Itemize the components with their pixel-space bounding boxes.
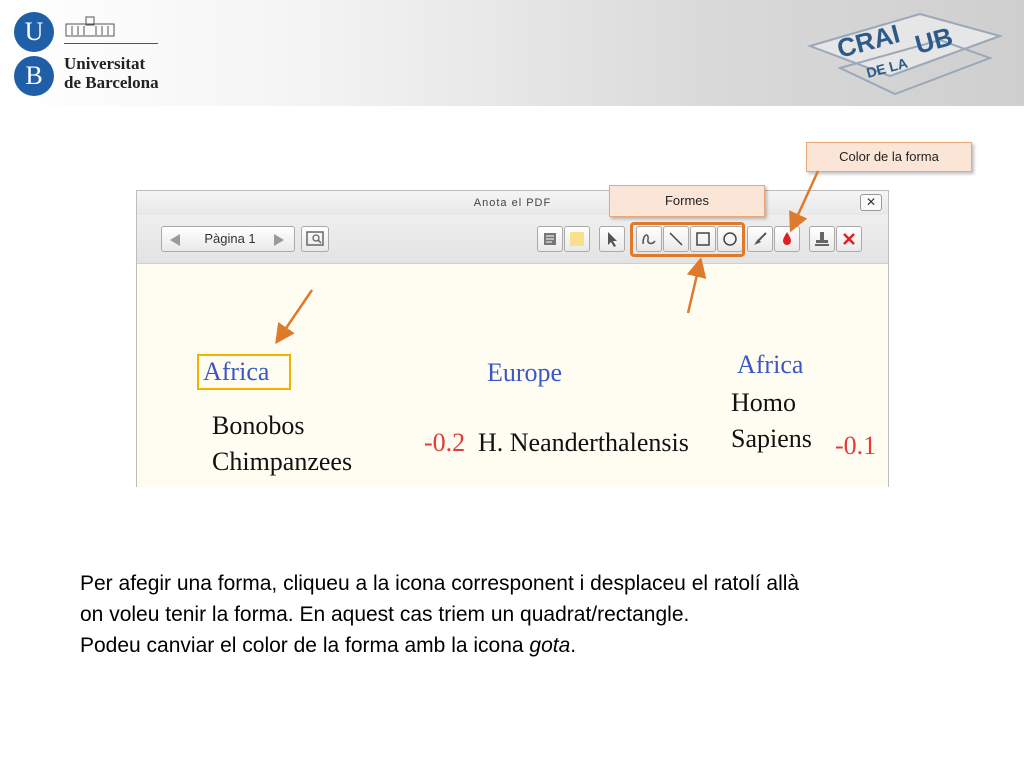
select-arrow-icon bbox=[608, 232, 617, 247]
university-name-line1: Universitat bbox=[64, 54, 146, 73]
logo-letter-b: B bbox=[14, 56, 54, 96]
callout-shape-color: Color de la forma bbox=[806, 142, 972, 172]
window-titlebar: Anota el PDF ✕ bbox=[137, 191, 888, 215]
doc-text-africa-left: Africa bbox=[203, 357, 270, 386]
instruction-text: Per afegir una forma, cliqueu a la icona… bbox=[80, 568, 980, 661]
crai-logo: CRAI DE LA UB bbox=[806, 12, 1004, 96]
instruction-line-3-italic: gota bbox=[529, 634, 571, 657]
doc-text-europe: Europe bbox=[487, 358, 563, 387]
annotation-toolbar: Pàgina 1 bbox=[137, 215, 888, 264]
doc-text-value-left: -0.2 bbox=[424, 428, 466, 457]
zoom-page-icon bbox=[306, 231, 324, 246]
slide-header: U B Universitat de Barcelona CRAI DE LA … bbox=[0, 0, 1024, 106]
instruction-line-2: on voleu tenir la forma. En aquest cas t… bbox=[80, 603, 690, 626]
doc-text-bonobos: Bonobos bbox=[212, 411, 305, 440]
color-brush-icon bbox=[754, 232, 767, 245]
close-button[interactable]: ✕ bbox=[860, 194, 882, 211]
doc-text-value-right: -0.1 bbox=[835, 431, 877, 460]
next-page-icon[interactable] bbox=[272, 233, 286, 247]
delete-button[interactable] bbox=[836, 226, 862, 252]
color-drop-icon bbox=[783, 232, 791, 245]
doc-text-homo: Homo bbox=[731, 388, 796, 417]
building-icon bbox=[65, 16, 115, 37]
instruction-line-3-suffix: . bbox=[570, 634, 577, 657]
annotate-pdf-window: Anota el PDF ✕ Pàgina 1 Africa Europe Af… bbox=[136, 190, 889, 487]
callout-shapes: Formes bbox=[609, 185, 765, 217]
highlight-button[interactable] bbox=[564, 226, 590, 252]
stamp-icon bbox=[815, 232, 829, 246]
doc-text-africa-right: Africa bbox=[737, 350, 804, 379]
color-brush-button[interactable] bbox=[747, 226, 773, 252]
university-logo: U B Universitat de Barcelona bbox=[14, 12, 164, 98]
doc-text-sapiens: Sapiens bbox=[731, 424, 812, 453]
comment-icon bbox=[544, 233, 556, 245]
stamp-button[interactable] bbox=[809, 226, 835, 252]
page-label: Pàgina 1 bbox=[204, 231, 256, 246]
color-drop-button[interactable] bbox=[774, 226, 800, 252]
delete-icon bbox=[843, 233, 855, 245]
zoom-button[interactable] bbox=[301, 226, 329, 252]
doc-text-neanderthalensis: H. Neanderthalensis bbox=[478, 428, 689, 457]
university-name-line2: de Barcelona bbox=[64, 73, 159, 92]
logo-letter-u: U bbox=[14, 12, 54, 52]
select-button[interactable] bbox=[599, 226, 625, 252]
pdf-page-content[interactable]: Africa Europe Africa Bonobos Chimpanzees… bbox=[137, 264, 888, 487]
instruction-line-3-prefix: Podeu canviar el color de la forma amb l… bbox=[80, 634, 530, 657]
highlight-icon bbox=[570, 232, 584, 246]
window-title: Anota el PDF bbox=[473, 197, 552, 209]
logo-divider bbox=[64, 43, 158, 44]
doc-text-chimpanzees: Chimpanzees bbox=[212, 447, 353, 476]
previous-page-icon[interactable] bbox=[168, 233, 182, 247]
instruction-line-3: Podeu canviar el color de la forma amb l… bbox=[80, 630, 980, 661]
instruction-line-1: Per afegir una forma, cliqueu a la icona… bbox=[80, 572, 800, 595]
page-navigator: Pàgina 1 bbox=[161, 226, 295, 252]
shape-tools-highlight bbox=[630, 222, 745, 257]
comment-button[interactable] bbox=[537, 226, 563, 252]
